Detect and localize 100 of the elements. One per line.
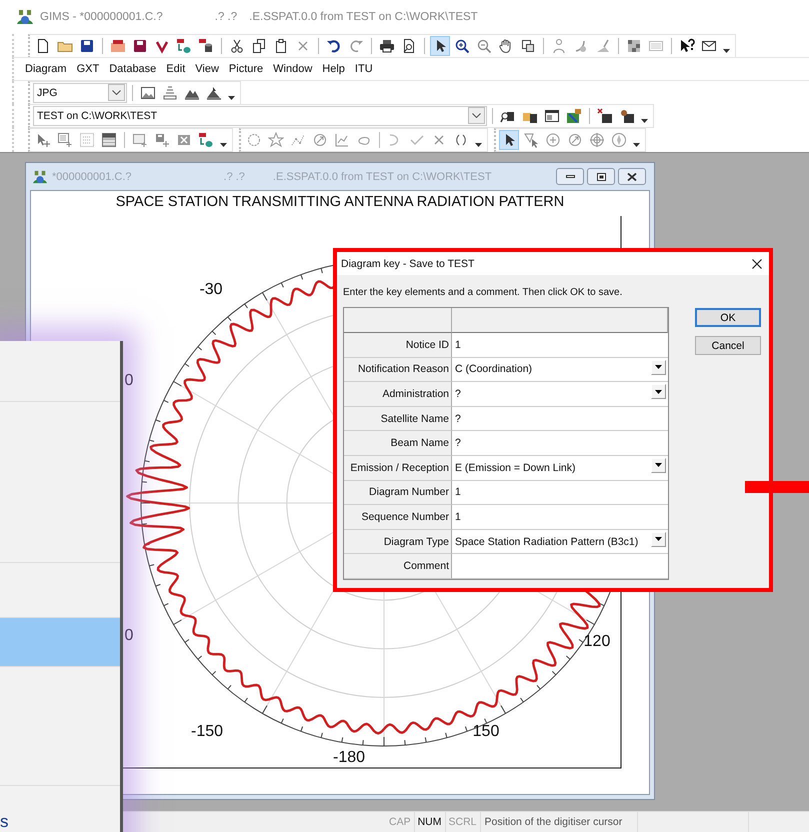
- database-combo[interactable]: TEST on C:\WORK\TEST: [33, 106, 487, 126]
- angle-label: -180: [332, 749, 366, 766]
- text-field[interactable]: 1: [452, 333, 668, 358]
- angle-label: -30: [199, 281, 223, 298]
- caret-icon: [655, 365, 662, 370]
- target-icon: [589, 132, 605, 148]
- text-field[interactable]: 1: [452, 480, 668, 506]
- chevron-icon: [112, 90, 121, 95]
- field-label: Beam Name: [344, 431, 452, 456]
- format-combo[interactable]: JPG: [33, 82, 127, 102]
- mountain-flag-icon: [206, 84, 222, 100]
- antenna-icon: [595, 38, 611, 54]
- chevron-icon: [472, 113, 481, 118]
- status-message: Position of the digitiser cursor: [480, 812, 638, 832]
- field-label: Administration: [344, 382, 452, 407]
- database-icon: [198, 38, 214, 54]
- disk-plus-icon: [154, 132, 170, 148]
- row-text: s: [0, 812, 8, 832]
- plot-icon: [334, 132, 350, 148]
- copy-icon: [251, 38, 267, 54]
- undo-icon: [326, 38, 342, 54]
- help-pointer-icon: [679, 38, 695, 54]
- text-field[interactable]: ?: [452, 431, 668, 456]
- circle-dots-icon: [246, 132, 262, 148]
- dotted-grid-icon: [79, 132, 95, 148]
- caret-icon: [655, 390, 662, 394]
- tray-icon: [162, 84, 178, 100]
- zoom-in-icon: [454, 38, 470, 54]
- form-icon: [544, 108, 560, 124]
- dialog-button[interactable]: OK: [695, 308, 761, 327]
- database-gear-icon: [619, 108, 635, 124]
- dropdown-field[interactable]: Space Station Radiation Pattern (B3c1): [452, 530, 668, 554]
- dialog-title: Diagram key - Save to TEST: [341, 258, 474, 270]
- field-label: Notice ID: [344, 333, 452, 358]
- window-title: GIMS - *000000001.C.?: [40, 11, 163, 23]
- minimize-icon: [566, 175, 574, 178]
- chart-title: SPACE STATION TRANSMITTING ANTENNA RADIATION PATTERN: [116, 193, 564, 210]
- toolbar-button[interactable]: [499, 130, 519, 150]
- menu-item[interactable]: Database: [104, 63, 162, 75]
- text-field[interactable]: ?: [452, 406, 668, 432]
- menu-item[interactable]: ITU: [350, 63, 378, 75]
- menu-item[interactable]: Diagram: [20, 63, 72, 75]
- table-icon: [101, 132, 117, 148]
- caret-icon: [722, 48, 730, 52]
- list-row[interactable]: s: [0, 786, 120, 832]
- menu-item[interactable]: Window: [268, 63, 318, 75]
- window-title: .? .?: [214, 11, 238, 23]
- toolbar-button[interactable]: [430, 36, 450, 56]
- angle-label: 150: [472, 723, 500, 740]
- person-icon: [551, 38, 567, 54]
- map-icon: [566, 108, 582, 124]
- paste-icon: [273, 38, 289, 54]
- text-field[interactable]: [452, 554, 668, 579]
- close-button[interactable]: [618, 168, 646, 185]
- caret-icon: [655, 463, 662, 468]
- windows-icon: [520, 38, 536, 54]
- menu-item[interactable]: Help: [317, 63, 350, 75]
- restore-button[interactable]: [587, 168, 615, 185]
- field-label: Emission / Reception: [344, 456, 452, 481]
- zoom-out-icon: [476, 38, 492, 54]
- caret-icon: [220, 142, 226, 146]
- redo-icon: [348, 38, 364, 54]
- picture-icon: [140, 84, 156, 100]
- grid-icon: [626, 38, 642, 54]
- disk-stack-icon: [132, 38, 148, 54]
- caret-icon: [640, 118, 648, 122]
- field-label: Notification Reason: [344, 358, 452, 382]
- star-icon: [268, 132, 284, 148]
- caret-icon: [474, 142, 482, 146]
- minimize-button[interactable]: [556, 168, 584, 185]
- menu-item[interactable]: View: [190, 63, 224, 75]
- angle-label: 0: [124, 372, 134, 389]
- window-title: *000000001.C.?: [52, 170, 132, 182]
- field-label: Sequence Number: [344, 505, 452, 530]
- key-indicator: SCRL: [446, 812, 481, 832]
- shape-pointer-icon: [523, 132, 539, 148]
- field-label: Comment: [344, 554, 452, 579]
- caret-icon: [632, 142, 640, 146]
- window-title: .? .?: [224, 170, 245, 182]
- key-indicator: CAP: [386, 812, 415, 832]
- dropdown-field[interactable]: E (Emission = Down Link): [452, 456, 668, 481]
- window-title: .E.SSPAT.0.0 from TEST on C:\WORK\TEST: [249, 11, 478, 23]
- caret-icon: [655, 537, 662, 542]
- card-plus-icon: [57, 132, 73, 148]
- instruction-text: Enter the key elements and a comment. Then click OK to save.: [343, 287, 624, 300]
- dropdown-field[interactable]: ?: [452, 382, 668, 407]
- window-title: .E.SSPAT.0.0 from TEST on C:\WORK\TEST: [272, 170, 492, 182]
- restore-icon: [596, 172, 606, 180]
- dialog-button[interactable]: Cancel: [695, 336, 761, 355]
- dropdown-field[interactable]: C (Coordination): [452, 358, 668, 382]
- menu-item[interactable]: GXT: [72, 63, 104, 75]
- key-indicator: NUM: [414, 812, 446, 832]
- page-icon: [35, 38, 51, 54]
- menu-item[interactable]: Picture: [224, 63, 268, 75]
- text-field[interactable]: 1: [452, 505, 668, 530]
- scissors-icon: [229, 38, 245, 54]
- pointer-plus-icon: [35, 132, 51, 148]
- close-icon: [752, 258, 762, 268]
- toolbar-button[interactable]: [595, 106, 615, 126]
- menu-item[interactable]: Edit: [161, 63, 190, 75]
